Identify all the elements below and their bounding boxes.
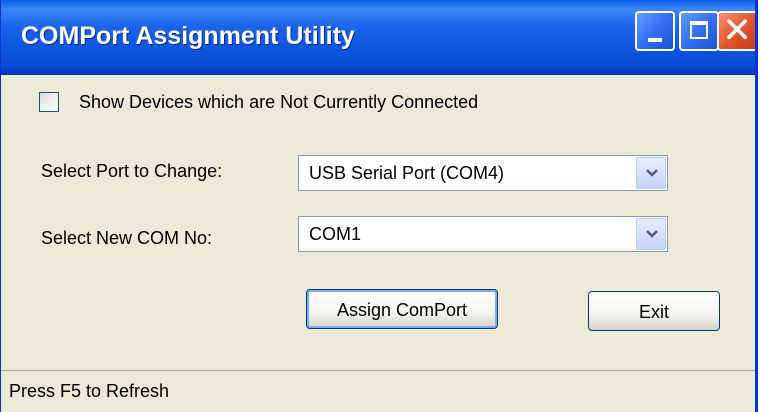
show-disconnected-checkbox[interactable]: [39, 92, 59, 112]
port-select-value: USB Serial Port (COM4): [309, 163, 505, 183]
app-window: COMPort Assignment Utility Show Devices …: [0, 0, 758, 412]
select-com-label: Select New COM No:: [41, 228, 213, 248]
com-select-dropdown-button[interactable]: [636, 218, 666, 250]
port-select[interactable]: USB Serial Port (COM4): [298, 155, 668, 191]
window-title: COMPort Assignment Utility: [21, 22, 355, 50]
show-disconnected-label[interactable]: Show Devices which are Not Currently Con…: [79, 90, 478, 114]
close-button[interactable]: [717, 11, 755, 51]
chevron-down-icon: [646, 230, 658, 238]
com-select[interactable]: COM1: [298, 216, 668, 252]
assign-comport-button[interactable]: Assign ComPort: [306, 289, 498, 329]
title-bar[interactable]: COMPort Assignment Utility: [1, 0, 755, 75]
com-select-value: COM1: [309, 224, 362, 244]
port-select-dropdown-button[interactable]: [636, 157, 666, 189]
maximize-button[interactable]: [679, 11, 719, 51]
minimize-icon: [648, 38, 662, 42]
minimize-button[interactable]: [635, 11, 675, 51]
exit-button[interactable]: Exit: [588, 291, 720, 331]
chevron-down-icon: [646, 169, 658, 177]
status-bar: Press F5 to Refresh: [1, 370, 755, 412]
close-icon: [727, 19, 747, 40]
select-port-label: Select Port to Change:: [41, 161, 223, 181]
status-text: Press F5 to Refresh: [9, 381, 170, 401]
maximize-icon: [690, 21, 708, 39]
